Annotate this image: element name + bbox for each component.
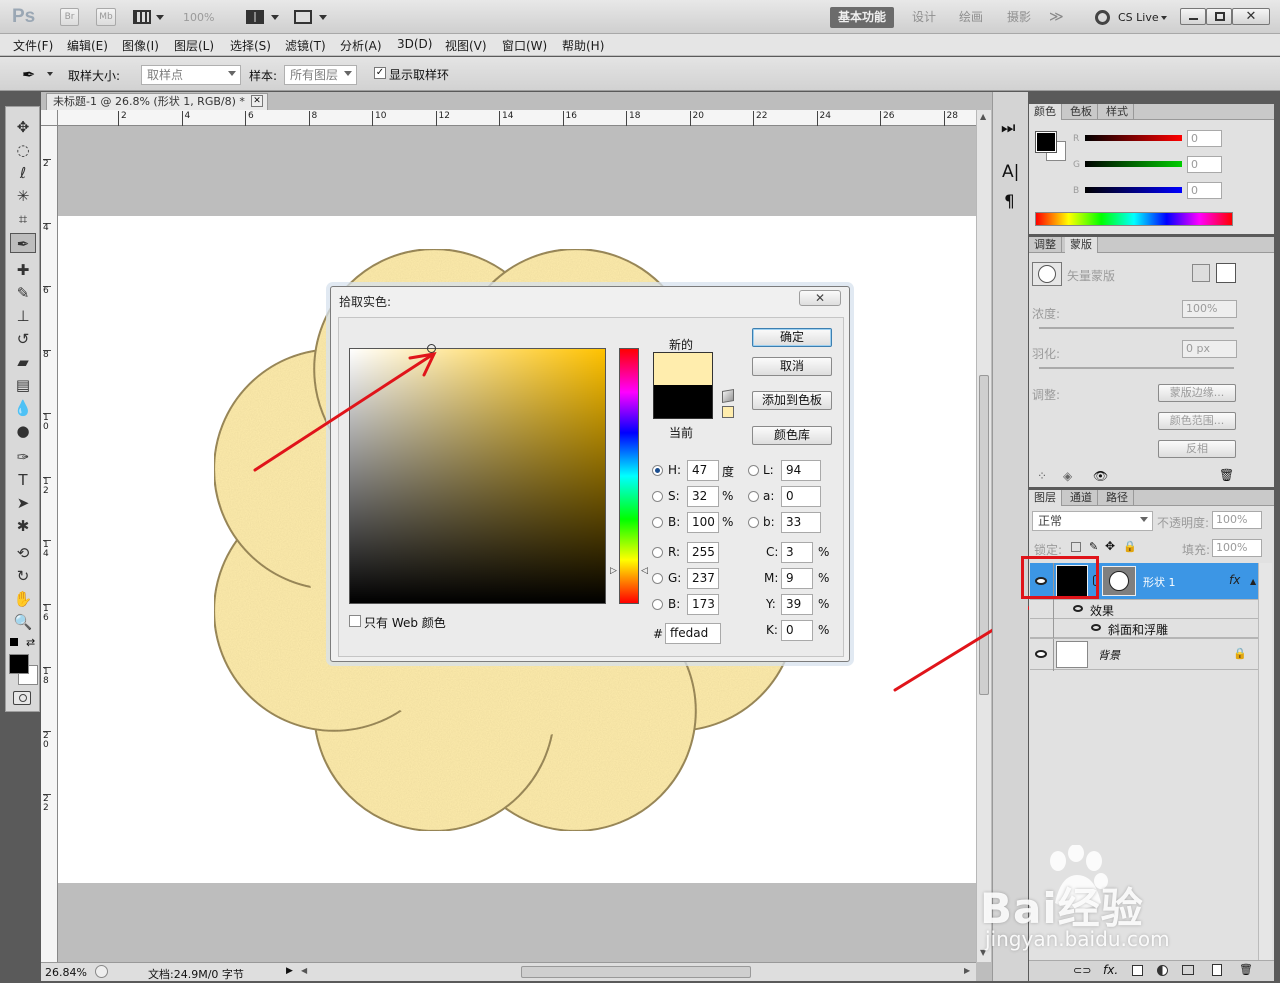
bevel-emboss-label: 斜面和浮雕 (1108, 623, 1169, 637)
layer-name[interactable]: 形状 1 (1143, 574, 1176, 590)
fill-field[interactable]: 100% (1212, 539, 1262, 557)
color-panel: 颜色 色板 样式 R 0 G 0 B 0 (1029, 104, 1274, 234)
highlight-box (1021, 556, 1099, 599)
r-slider-track[interactable] (1085, 135, 1182, 141)
lock-position-icon[interactable]: ✥ (1105, 539, 1115, 553)
tab-adjustments[interactable]: 调整 (1029, 237, 1062, 253)
opacity-field[interactable]: 100% (1212, 511, 1262, 529)
link-layers-icon[interactable]: ⊂⊃ (1073, 964, 1091, 977)
masks-panel-tabs: 调整 蒙版 (1029, 237, 1274, 253)
density-label: 浓度: (1032, 307, 1061, 321)
tab-channels[interactable]: 通道 (1065, 490, 1098, 506)
new-adjustment-layer-icon[interactable] (1157, 965, 1168, 976)
add-pixel-mask-icon[interactable] (1192, 264, 1210, 282)
r-value-field[interactable]: 0 (1187, 130, 1222, 147)
watermark-url: jingyan.baidu.com (985, 927, 1170, 951)
b-value-field[interactable]: 0 (1187, 182, 1222, 199)
layers-scrollbar[interactable] (1258, 563, 1272, 960)
effects-eye-icon[interactable] (1073, 605, 1083, 612)
feather-field[interactable]: 0 px (1182, 340, 1237, 358)
delete-layer-icon[interactable]: 🗑 (1239, 963, 1253, 976)
visibility-eye-icon[interactable]: 👁 (1093, 469, 1108, 483)
history-panel-icon[interactable]: ⏭ (1001, 118, 1015, 138)
visibility-eye-icon[interactable] (1035, 650, 1047, 658)
paragraph-panel-icon[interactable]: ¶ (1004, 192, 1015, 212)
bevel-emboss-eye-icon[interactable] (1091, 624, 1101, 631)
tab-styles[interactable]: 样式 (1101, 104, 1134, 120)
new-group-icon[interactable] (1182, 965, 1194, 975)
r-slider-label: R (1073, 134, 1080, 144)
fill-label: 填充: (1182, 543, 1211, 557)
vector-mask-label: 矢量蒙版 (1067, 269, 1116, 283)
load-selection-icon[interactable]: ⁘ (1037, 469, 1047, 483)
background-layer-row[interactable]: 背景 🔒 (1030, 638, 1258, 671)
color-range-button[interactable]: 颜色范围... (1158, 412, 1236, 430)
layers-panel-footer: ⊂⊃ fx. 🗑 (1029, 960, 1274, 981)
effects-fx-icon[interactable]: fx (1229, 573, 1240, 587)
density-field[interactable]: 100% (1182, 300, 1237, 318)
apply-mask-icon[interactable]: ◈ (1063, 469, 1072, 483)
collapsed-panel-strip: ⏭ A| ¶ (992, 92, 1028, 981)
effects-row[interactable]: 效果 (1030, 600, 1258, 619)
refine-label: 调整: (1032, 388, 1061, 402)
new-layer-icon[interactable] (1212, 964, 1222, 976)
background-thumbnail[interactable] (1056, 641, 1088, 668)
opacity-label: 不透明度: (1157, 516, 1210, 530)
color-panel-tabs: 颜色 色板 样式 (1029, 104, 1274, 120)
layer-lock-icon: 🔒 (1233, 647, 1247, 660)
character-panel-icon[interactable]: A| (1002, 162, 1019, 182)
lock-pixels-icon[interactable]: ✎ (1089, 540, 1098, 553)
tab-swatches[interactable]: 色板 (1065, 104, 1098, 120)
effects-label: 效果 (1090, 604, 1115, 618)
layers-panel-tabs: 图层 通道 路径 (1029, 490, 1274, 506)
blend-mode-select[interactable]: 正常 (1032, 511, 1153, 531)
blend-mode-value: 正常 (1038, 514, 1063, 528)
layer-vector-mask-thumbnail[interactable] (1102, 566, 1136, 596)
add-mask-icon[interactable] (1132, 965, 1143, 976)
g-slider-label: G (1073, 160, 1080, 170)
g-slider-track[interactable] (1085, 161, 1182, 167)
invert-button[interactable]: 反相 (1158, 440, 1236, 458)
mask-edge-button[interactable]: 蒙版边缘... (1158, 384, 1236, 402)
lock-transparency-icon[interactable] (1071, 542, 1081, 552)
tab-layers[interactable]: 图层 (1029, 490, 1062, 506)
g-value-field[interactable]: 0 (1187, 156, 1222, 173)
expand-effects-icon[interactable]: ▲ (1250, 577, 1256, 586)
feather-slider[interactable] (1039, 367, 1234, 369)
chevron-down-icon (1140, 517, 1148, 522)
b-slider-track[interactable] (1085, 187, 1182, 193)
add-vector-mask-icon[interactable] (1216, 263, 1236, 283)
tab-masks[interactable]: 蒙版 (1065, 237, 1098, 253)
tab-paths[interactable]: 路径 (1101, 490, 1134, 506)
tab-color[interactable]: 颜色 (1029, 104, 1062, 120)
feather-label: 羽化: (1032, 347, 1061, 361)
background-layer-name[interactable]: 背景 (1098, 647, 1120, 663)
add-style-fx-icon[interactable]: fx. (1103, 963, 1118, 977)
masks-panel: 调整 蒙版 矢量蒙版 浓度: 100% 羽化: 0 px 调整: 蒙版边缘...… (1029, 237, 1274, 487)
color-spectrum-ramp[interactable] (1035, 212, 1233, 226)
density-slider[interactable] (1039, 327, 1234, 329)
bevel-emboss-row[interactable]: 斜面和浮雕 (1030, 619, 1258, 638)
vector-mask-thumbnail (1032, 262, 1062, 286)
panel-foreground-swatch[interactable] (1035, 131, 1057, 153)
b-slider-label: B (1073, 186, 1080, 196)
lock-all-icon[interactable]: 🔒 (1123, 540, 1137, 553)
delete-mask-icon[interactable]: 🗑 (1219, 468, 1234, 482)
